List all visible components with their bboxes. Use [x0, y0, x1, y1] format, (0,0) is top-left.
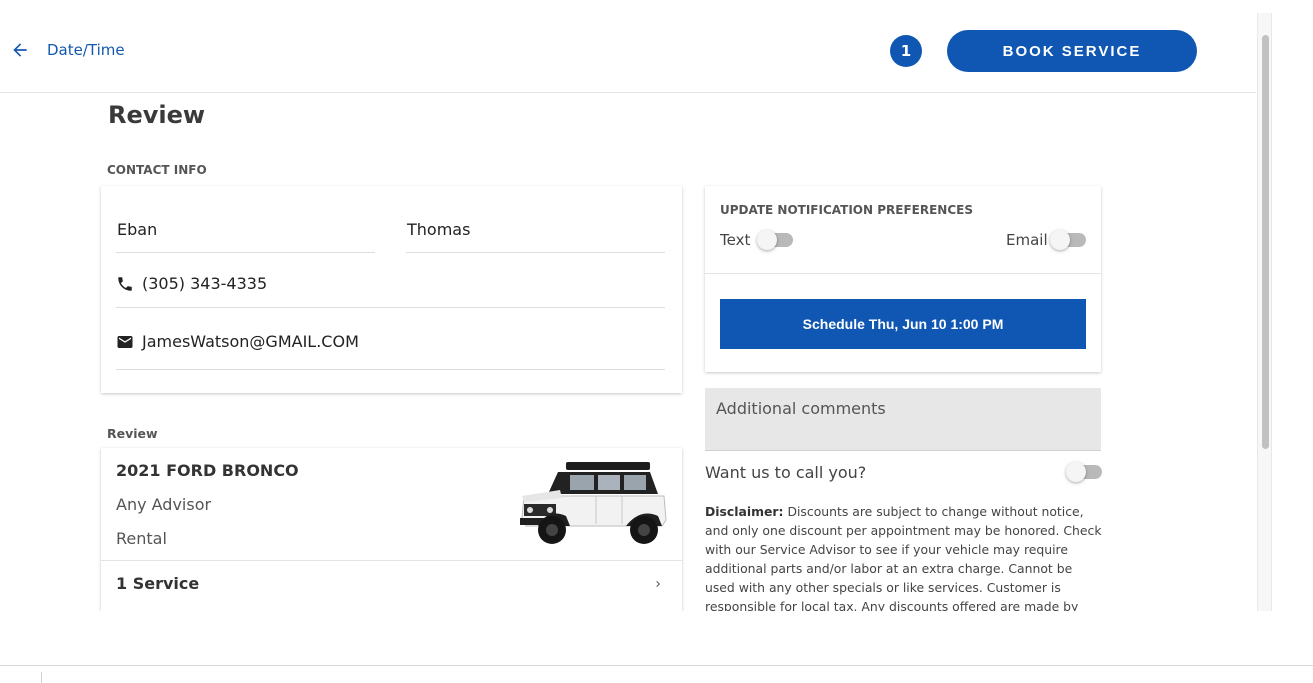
- contact-info-card: Eban Thomas (305) 343-4335 JamesWatson@G…: [101, 186, 682, 393]
- footer-area: [0, 611, 1313, 683]
- schedule-button[interactable]: Schedule Thu, Jun 10 1:00 PM: [720, 299, 1086, 349]
- last-name-field[interactable]: Thomas: [407, 220, 470, 239]
- call-me-label: Want us to call you?: [705, 463, 867, 482]
- chevron-right-icon: [656, 581, 660, 587]
- back-link-label[interactable]: Date/Time: [47, 41, 125, 59]
- disclaimer-heading: Disclaimer:: [705, 504, 784, 519]
- phone-icon: [118, 277, 132, 291]
- top-bar: Date/Time 1 BOOK SERVICE: [0, 0, 1256, 93]
- arrow-left-icon: [13, 43, 27, 57]
- advisor-text: Any Advisor: [116, 495, 212, 514]
- vehicle-image: [520, 462, 667, 544]
- bottom-tick: [41, 672, 42, 683]
- disclaimer-body: Discounts are subject to change without …: [705, 504, 1102, 611]
- first-name-underline: [116, 252, 375, 253]
- text-toggle-label: Text: [720, 231, 751, 249]
- vehicle-name: 2021 FORD BRONCO: [116, 461, 299, 480]
- transport-text: Rental: [116, 529, 167, 548]
- scrollbar-track[interactable]: [1257, 13, 1272, 611]
- toggle-knob: [1050, 230, 1070, 250]
- email-icon: [117, 336, 133, 348]
- page-title: Review: [108, 101, 206, 129]
- phone-underline: [116, 307, 665, 308]
- review-label: Review: [107, 426, 158, 441]
- notification-preferences-title: UPDATE NOTIFICATION PREFERENCES: [720, 203, 973, 217]
- first-name-field[interactable]: Eban: [117, 220, 157, 239]
- divider: [705, 273, 1101, 274]
- additional-comments-input[interactable]: Additional comments: [705, 388, 1101, 451]
- service-count-badge[interactable]: 1: [890, 35, 922, 67]
- scrollbar-thumb[interactable]: [1262, 35, 1269, 449]
- toggle-knob: [1066, 462, 1086, 482]
- book-service-button[interactable]: BOOK SERVICE: [947, 30, 1197, 72]
- email-notification-toggle[interactable]: [1050, 230, 1086, 250]
- notification-preferences-card: UPDATE NOTIFICATION PREFERENCES Text Ema…: [705, 186, 1101, 372]
- text-notification-toggle[interactable]: [757, 230, 793, 250]
- bottom-divider: [0, 665, 1313, 666]
- email-toggle-label: Email: [1006, 231, 1048, 249]
- email-underline: [116, 369, 665, 370]
- vehicle-review-card: 2021 FORD BRONCO Any Advisor Rental 1 Se…: [101, 448, 683, 623]
- email-field[interactable]: JamesWatson@GMAIL.COM: [142, 332, 359, 351]
- call-me-toggle[interactable]: [1066, 462, 1102, 482]
- services-count-label[interactable]: 1 Service: [116, 574, 199, 593]
- phone-field[interactable]: (305) 343-4335: [142, 274, 267, 293]
- toggle-knob: [757, 230, 777, 250]
- services-row[interactable]: 1 Service: [101, 560, 683, 610]
- disclaimer-text: Disclaimer: Discounts are subject to cha…: [705, 502, 1102, 611]
- contact-info-label: CONTACT INFO: [107, 163, 207, 177]
- last-name-underline: [406, 252, 665, 253]
- back-to-datetime-link[interactable]: Date/Time: [10, 40, 125, 60]
